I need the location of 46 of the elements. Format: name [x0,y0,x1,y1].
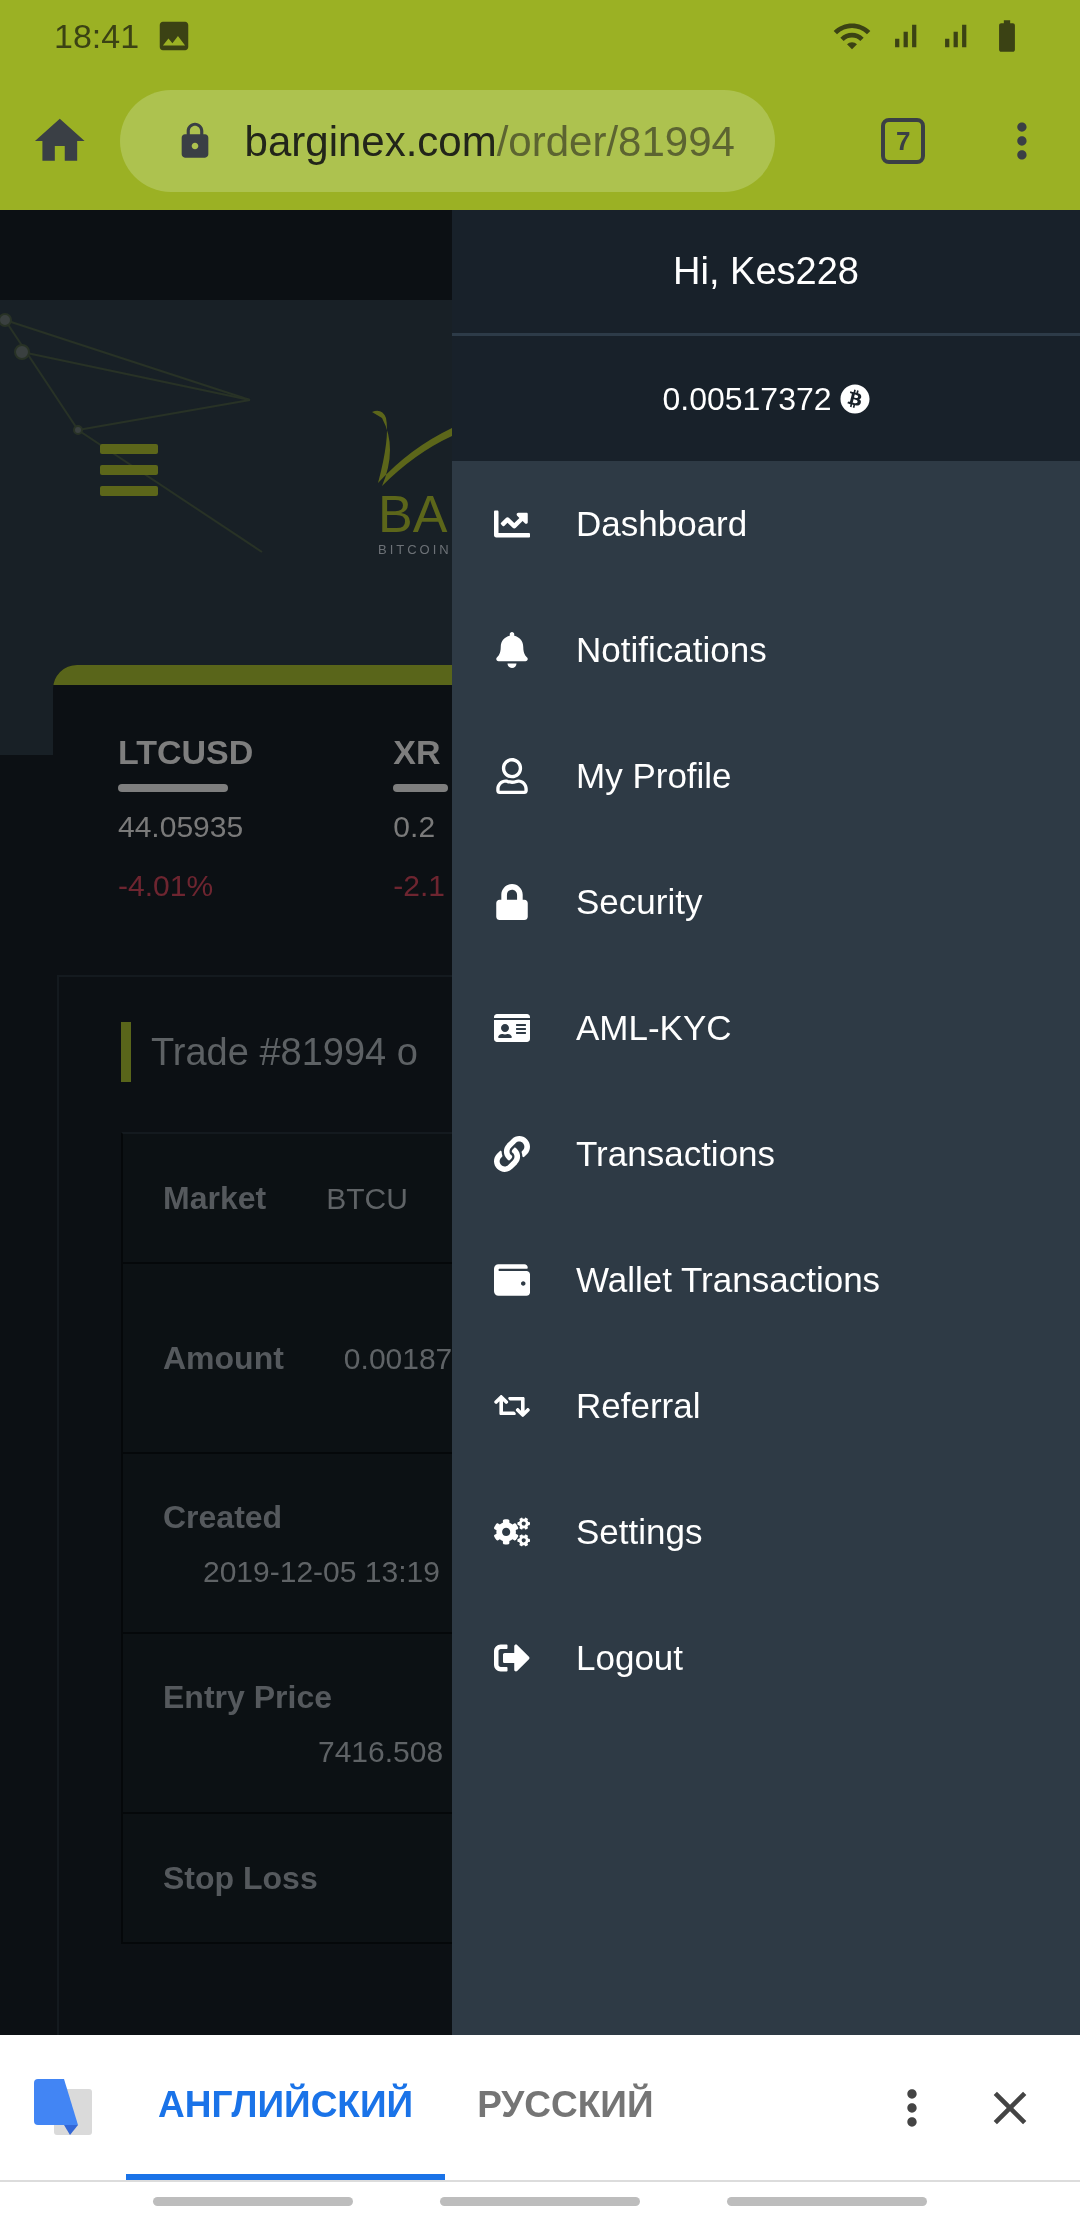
greeting-text: Hi, Kes228 [673,249,859,294]
menu-item[interactable]: Dashboard [452,461,1080,587]
row-label: Amount [163,1339,284,1378]
ticker-price: 0.2 [393,809,437,845]
ticker-change: -2.1 [393,868,447,904]
row-label: Stop Loss [163,1859,318,1898]
link-icon [494,1136,530,1172]
menu-item[interactable]: Security [452,839,1080,965]
row-value: BTCU [326,1180,408,1217]
menu-item[interactable]: My Profile [452,713,1080,839]
menu-item[interactable]: Logout [452,1595,1080,1721]
menu-item[interactable]: AML-KYC [452,965,1080,1091]
trade-title: Trade #81994 o [151,1029,418,1075]
menu-item[interactable]: Notifications [452,587,1080,713]
ticker-change: -4.01% [118,868,215,904]
menu-item[interactable]: Referral [452,1343,1080,1469]
language-tab[interactable]: РУССКИЙ [445,2035,686,2180]
wallet-icon [494,1262,530,1298]
menu-item[interactable]: Wallet Transactions [452,1217,1080,1343]
ticker-underline [393,784,449,792]
row-label: Entry Price [163,1677,333,1717]
row-value: 2019-12-05 13:19 [203,1554,440,1588]
hamburger-icon[interactable] [100,444,158,496]
user-icon [494,758,530,794]
row-value: 0.00187 [343,1340,452,1377]
logo-text: BA [378,488,449,540]
status-time: 18:41 [54,15,140,57]
menu-item[interactable]: Settings [452,1469,1080,1595]
ticker-symbol: XR [393,732,442,773]
balance-text: 0.00517372 [662,379,832,419]
lock-icon [494,884,530,920]
title-accent-bar [121,1022,131,1082]
ticker-symbol: LTCUSD [118,732,254,773]
bird-logo-icon [370,408,452,488]
ticker-price: 44.05935 [118,809,245,845]
row-value: 7416.508 [318,1734,444,1768]
tab-count-button[interactable]: 7 [881,118,925,164]
row-label: Created [163,1497,284,1537]
logo-subtitle: BITCOIN [378,541,452,559]
menu-item[interactable]: Transactions [452,1091,1080,1217]
address-bar[interactable]: barginex.com/order/81994 [119,90,775,192]
bitcoin-icon [839,383,870,414]
translate-icon[interactable] [34,2078,94,2137]
row-label: Market [163,1179,267,1218]
url-text: barginex.com/order/81994 [244,116,735,167]
bell-icon [494,632,530,668]
